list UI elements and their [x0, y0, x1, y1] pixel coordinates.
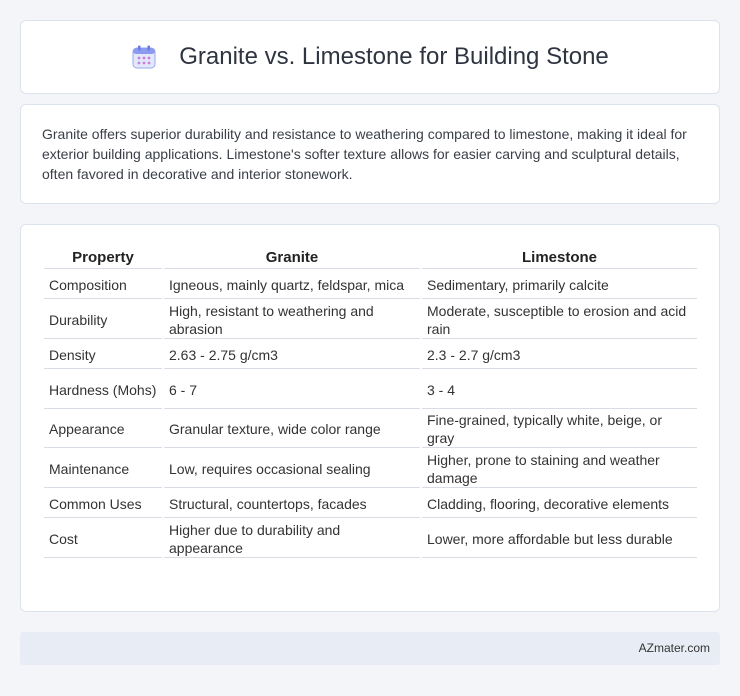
- limestone-cell: 2.3 - 2.7 g/cm3: [422, 341, 697, 369]
- footer: AZmater.com: [20, 632, 720, 665]
- property-cell: Maintenance: [44, 450, 162, 488]
- column-header-limestone: Limestone: [422, 247, 697, 269]
- granite-cell: 2.63 - 2.75 g/cm3: [164, 341, 420, 369]
- table-header-row: Property Granite Limestone: [44, 247, 697, 269]
- comparison-table-card: Property Granite Limestone Composition I…: [20, 224, 720, 612]
- table-row: Cost Higher due to durability and appear…: [44, 520, 697, 558]
- page-title: Granite vs. Limestone for Building Stone: [179, 43, 609, 70]
- property-cell: Durability: [44, 301, 162, 339]
- column-header-property: Property: [44, 247, 162, 269]
- property-cell: Density: [44, 341, 162, 369]
- limestone-cell: Cladding, flooring, decorative elements: [422, 490, 697, 518]
- property-cell: Cost: [44, 520, 162, 558]
- table-row: Maintenance Low, requires occasional sea…: [44, 450, 697, 488]
- table-row: Durability High, resistant to weathering…: [44, 301, 697, 339]
- granite-cell: Low, requires occasional sealing: [164, 450, 420, 488]
- summary-card: Granite offers superior durability and r…: [20, 104, 720, 204]
- granite-cell: Igneous, mainly quartz, feldspar, mica: [164, 271, 420, 299]
- table-row: Density 2.63 - 2.75 g/cm3 2.3 - 2.7 g/cm…: [44, 341, 697, 369]
- table-row: Appearance Granular texture, wide color …: [44, 411, 697, 448]
- granite-cell: High, resistant to weathering and abrasi…: [164, 301, 420, 339]
- table-row: Common Uses Structural, countertops, fac…: [44, 490, 697, 518]
- property-cell: Common Uses: [44, 490, 162, 518]
- property-cell: Composition: [44, 271, 162, 299]
- column-header-granite: Granite: [164, 247, 420, 269]
- limestone-cell: 3 - 4: [422, 371, 697, 409]
- calendar-icon: [131, 44, 157, 70]
- limestone-cell: Fine-grained, typically white, beige, or…: [422, 411, 697, 448]
- table-row: Composition Igneous, mainly quartz, feld…: [44, 271, 697, 299]
- limestone-cell: Sedimentary, primarily calcite: [422, 271, 697, 299]
- granite-cell: 6 - 7: [164, 371, 420, 409]
- comparison-table: Property Granite Limestone Composition I…: [42, 245, 699, 560]
- summary-text: Granite offers superior durability and r…: [42, 126, 687, 182]
- property-cell: Appearance: [44, 411, 162, 448]
- property-cell: Hardness (Mohs): [44, 371, 162, 409]
- granite-cell: Structural, countertops, facades: [164, 490, 420, 518]
- limestone-cell: Lower, more affordable but less durable: [422, 520, 697, 558]
- footer-credit[interactable]: AZmater.com: [639, 641, 710, 655]
- title-card: Granite vs. Limestone for Building Stone: [20, 20, 720, 94]
- granite-cell: Granular texture, wide color range: [164, 411, 420, 448]
- limestone-cell: Higher, prone to staining and weather da…: [422, 450, 697, 488]
- granite-cell: Higher due to durability and appearance: [164, 520, 420, 558]
- limestone-cell: Moderate, susceptible to erosion and aci…: [422, 301, 697, 339]
- table-row: Hardness (Mohs) 6 - 7 3 - 4: [44, 371, 697, 409]
